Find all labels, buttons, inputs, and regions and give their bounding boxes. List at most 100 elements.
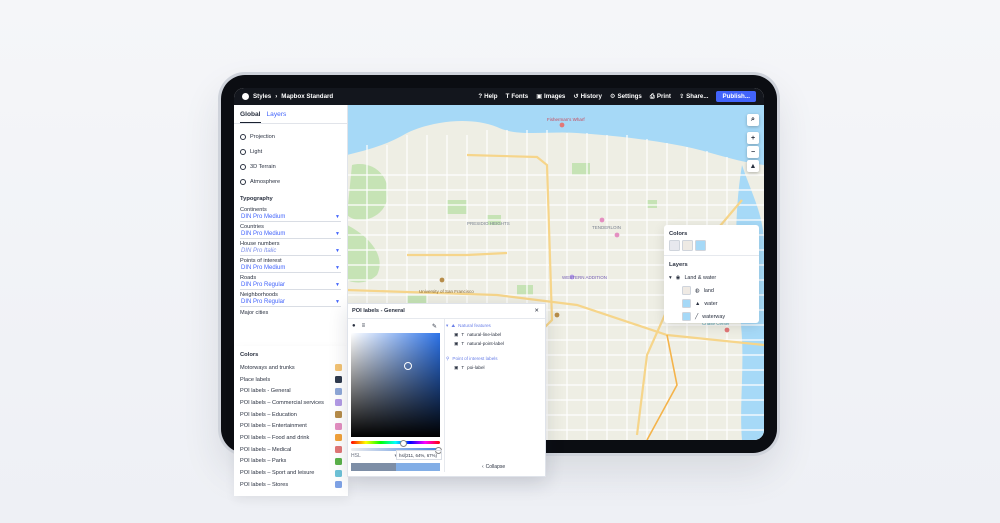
layer-group-land-water[interactable]: ▾ ◉ Land & water	[664, 271, 759, 284]
pin-icon: ⚲	[446, 355, 450, 361]
color-swatch[interactable]	[335, 446, 342, 454]
typography-label: Continents	[240, 207, 267, 213]
typography-countries: Countries DIN Pro Medium ▼	[234, 222, 347, 239]
layer-item-land[interactable]: ◍ land	[664, 284, 759, 297]
tree-group-natural[interactable]: ▾ ⛰ Natural features	[446, 321, 541, 330]
picker-mode-icons: ● ≡	[352, 323, 365, 329]
color-swatch[interactable]	[335, 411, 342, 419]
publish-button[interactable]: Publish...	[716, 91, 756, 102]
close-icon[interactable]: ✕	[534, 308, 539, 314]
color-row[interactable]: POI labels – Medical	[234, 444, 348, 456]
color-row[interactable]: POI labels – Commercial services	[234, 397, 348, 409]
zoom-out-button[interactable]: −	[747, 146, 759, 158]
typography-major-cities[interactable]: Major cities	[234, 307, 347, 316]
collapse-button[interactable]: ‹ Collapse	[482, 464, 505, 470]
color-swatch[interactable]	[335, 399, 342, 407]
color-swatch[interactable]	[335, 481, 342, 489]
search-icon: ⌕	[751, 116, 755, 123]
color-mode-select[interactable]: HSL ▾	[351, 452, 397, 459]
color-row[interactable]: POI labels – Food and drink	[234, 432, 348, 444]
tree-item-poi-label[interactable]: ▣ Tpoi-label	[446, 363, 541, 372]
color-swatch[interactable]	[335, 387, 342, 395]
atmosphere-icon	[240, 178, 246, 185]
tree-item-label: natural-point-label	[467, 341, 504, 346]
color-row[interactable]: POI labels – Education	[234, 409, 348, 421]
compass-button[interactable]: ▲	[747, 160, 759, 172]
fonts-button[interactable]: T Fonts	[506, 93, 529, 100]
layer-item-waterway[interactable]: ╱ waterway	[664, 310, 759, 323]
color-swatch[interactable]	[335, 422, 342, 430]
color-row[interactable]: Motorways and trunks	[234, 362, 348, 374]
search-map-button[interactable]: ⌕	[747, 114, 759, 126]
color-swatch[interactable]	[669, 240, 680, 251]
print-button[interactable]: ⎙ Print	[650, 93, 671, 101]
sidebar-item-label: Projection	[250, 133, 275, 140]
styles-link[interactable]: Styles	[253, 93, 271, 100]
sidebar-item-atmosphere[interactable]: Atmosphere	[234, 174, 347, 189]
tree-item-natural-line[interactable]: ▣ Tnatural-line-label	[446, 330, 541, 339]
color-swatch[interactable]	[335, 469, 342, 477]
color-swatch[interactable]	[682, 240, 693, 251]
layer-item-water[interactable]: ▲ water	[664, 297, 759, 310]
share-button[interactable]: ⇪ Share...	[679, 93, 709, 100]
globe-icon: ◉	[675, 274, 681, 281]
font-select[interactable]: DIN Pro Italic ▼	[240, 247, 341, 256]
sidebar-item-projection[interactable]: Projection	[234, 129, 347, 144]
chevron-down-icon: ▼	[335, 265, 340, 271]
chevron-down-icon: ▼	[335, 214, 340, 220]
share-label: Share...	[686, 93, 709, 100]
color-swatch[interactable]	[335, 457, 342, 465]
eyedropper-icon[interactable]: ✎	[432, 323, 437, 330]
color-row[interactable]: POI labels – Stores	[234, 479, 348, 491]
sidebar-item-light[interactable]: Light	[234, 144, 347, 159]
collapse-label: Collapse	[485, 464, 506, 470]
line-icon: ╱	[695, 313, 699, 320]
layer-group-label: Land & water	[684, 274, 717, 281]
color-swatch[interactable]	[335, 376, 342, 384]
chevron-down-icon: ▾	[446, 322, 449, 328]
color-swatch[interactable]	[695, 240, 706, 251]
font-select[interactable]: DIN Pro Medium ▼	[240, 213, 341, 222]
terrain-icon	[240, 163, 246, 170]
expression-icon[interactable]: ≡	[362, 323, 366, 329]
tree-item-label: natural-line-label	[467, 332, 502, 337]
color-row[interactable]: POI labels – Parks	[234, 456, 348, 468]
tree-item-natural-point[interactable]: ▣ Tnatural-point-label	[446, 339, 541, 348]
toolbar-actions: ? Help T Fonts ▣ Images ↺ History ⚙ Settings …	[478, 88, 756, 105]
zoom-in-button[interactable]: +	[747, 132, 759, 144]
font-select[interactable]: DIN Pro Regular ▼	[240, 298, 341, 307]
saturation-value-area[interactable]	[351, 333, 440, 437]
map-label-western: WESTERN ADDITION	[562, 275, 607, 280]
sidebar-item-terrain[interactable]: 3D Terrain	[234, 159, 347, 174]
hue-handle[interactable]	[400, 440, 407, 447]
help-button[interactable]: ? Help	[478, 93, 497, 100]
plus-icon: +	[750, 134, 756, 142]
color-handle[interactable]	[404, 362, 412, 370]
font-select[interactable]: DIN Pro Medium ▼	[240, 264, 341, 273]
tab-layers[interactable]: Layers	[267, 109, 287, 123]
color-row[interactable]: POI labels – Entertainment	[234, 420, 348, 432]
images-icon: ▣	[536, 93, 543, 100]
font-select[interactable]: DIN Pro Regular ▼	[240, 281, 341, 290]
history-button[interactable]: ↺ History	[573, 93, 602, 100]
tree-group-poi[interactable]: ⚲ Point of interest labels	[446, 354, 541, 363]
color-row[interactable]: POI labels - General	[234, 385, 348, 397]
tree-item-label: poi-label	[467, 365, 485, 370]
settings-button[interactable]: ⚙ Settings	[610, 93, 642, 100]
solid-color-icon[interactable]: ●	[352, 323, 356, 329]
style-name[interactable]: Mapbox Standard	[281, 93, 333, 100]
tab-global[interactable]: Global	[240, 109, 261, 123]
color-swatch[interactable]	[335, 434, 342, 442]
images-button[interactable]: ▣ Images	[536, 93, 565, 100]
compass-icon: ▲	[749, 162, 757, 170]
color-picker-popover: POI labels - General ✕ ● ≡ ✎ HSL ▾ hsl(21…	[347, 303, 546, 477]
color-value-input[interactable]: hsl(211, 64%, 67%)	[396, 450, 442, 460]
color-row[interactable]: POI labels – Sport and leisure	[234, 467, 348, 479]
typography-label: House numbers	[240, 241, 280, 247]
printer-icon: ⎙	[649, 92, 655, 100]
layer-color-swatch	[682, 286, 691, 295]
font-select[interactable]: DIN Pro Medium ▼	[240, 230, 341, 239]
color-swatch[interactable]	[335, 364, 342, 372]
hue-slider[interactable]	[351, 440, 440, 447]
color-row[interactable]: Place labels	[234, 374, 348, 386]
